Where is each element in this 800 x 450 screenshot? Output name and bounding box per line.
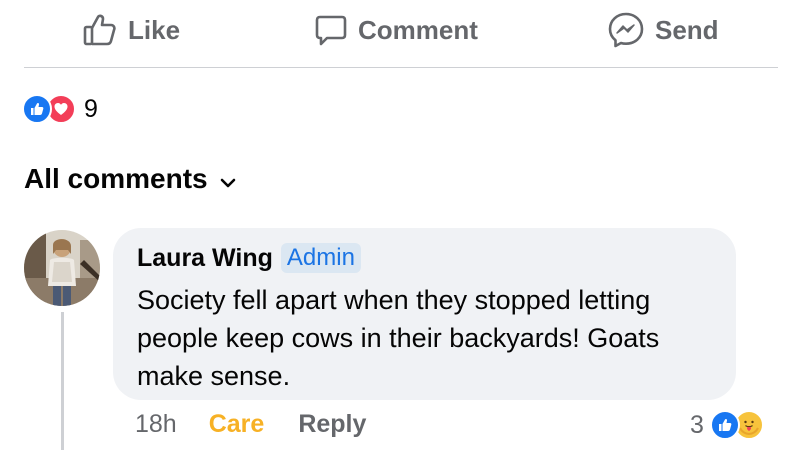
send-button[interactable]: Send — [607, 8, 719, 52]
like-reaction-icon — [22, 94, 52, 124]
comments-filter-label: All comments — [24, 163, 208, 194]
post-action-bar: Like Comment Send — [0, 0, 800, 62]
comment-button[interactable]: Comment — [314, 8, 478, 52]
comment-author-row: Laura Wing Admin — [137, 243, 361, 273]
comment-reactions-summary[interactable]: 3 — [690, 405, 764, 445]
like-button[interactable]: Like — [82, 8, 180, 52]
reaction-count: 9 — [84, 94, 98, 123]
like-reaction-icon — [709, 410, 740, 440]
post-reactions-summary[interactable]: 9 — [22, 92, 98, 126]
comment-bubble: Laura Wing Admin Society fell apart when… — [113, 228, 736, 400]
comment-reaction-count: 3 — [690, 410, 704, 439]
admin-badge: Admin — [280, 243, 361, 273]
chevron-down-icon — [220, 163, 236, 195]
comment-text: Society fell apart when they stopped let… — [137, 285, 660, 391]
care-reaction-button[interactable]: Care — [209, 410, 265, 439]
avatar[interactable] — [24, 230, 100, 306]
comment-meta-row: 18h Care Reply — [135, 410, 366, 439]
comment-timestamp[interactable]: 18h — [135, 410, 177, 439]
like-label: Like — [128, 14, 181, 45]
divider — [24, 67, 778, 68]
reply-button[interactable]: Reply — [298, 410, 366, 439]
messenger-icon — [607, 11, 645, 49]
thread-line — [61, 312, 64, 450]
speech-bubble-icon — [314, 13, 348, 47]
thumbs-up-icon — [82, 12, 118, 48]
comment-label: Comment — [358, 14, 478, 45]
comment-author[interactable]: Laura Wing — [137, 244, 273, 273]
send-label: Send — [655, 14, 719, 45]
comments-filter-dropdown[interactable]: All comments — [24, 163, 236, 195]
